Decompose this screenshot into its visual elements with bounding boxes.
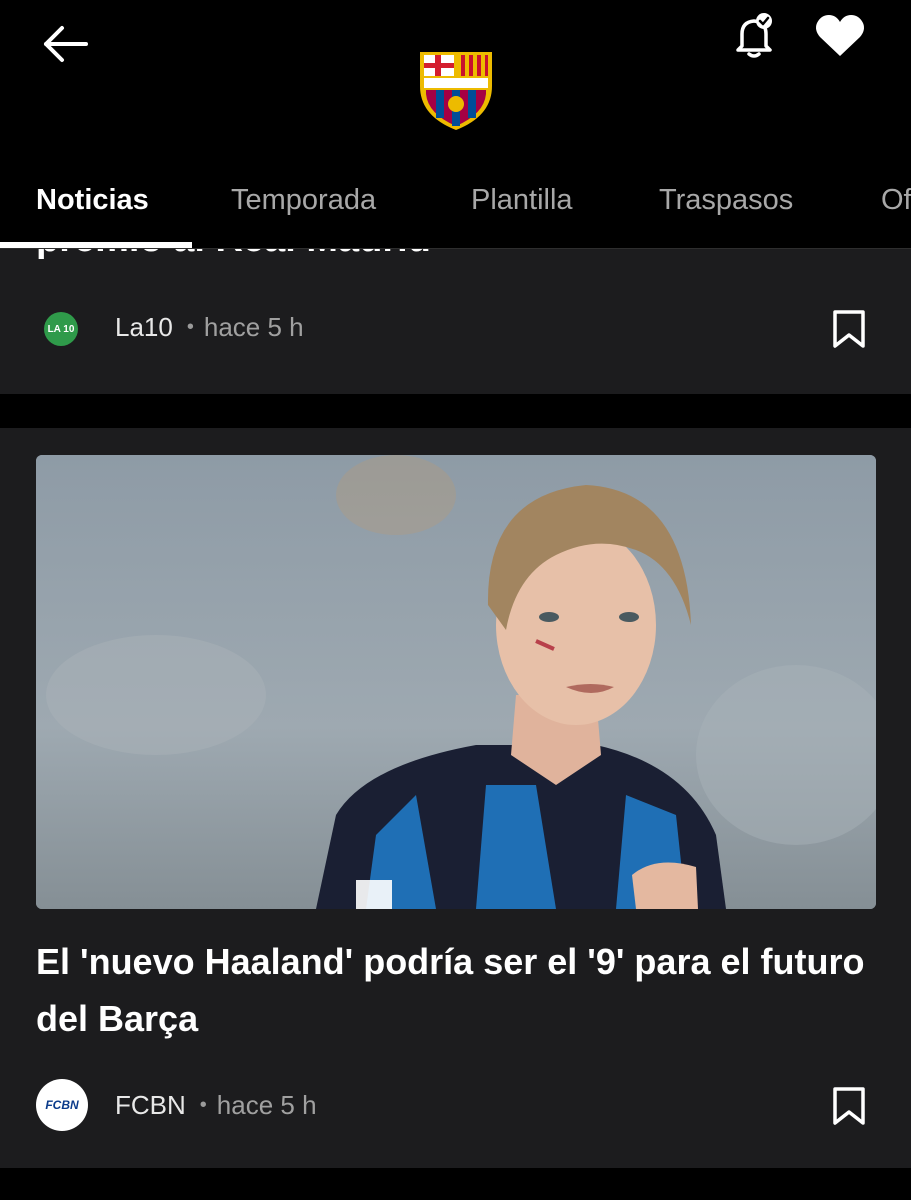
source-name[interactable]: FCBN xyxy=(115,1090,186,1121)
news-card[interactable]: El 'nuevo Haaland' podría ser el '9' par… xyxy=(0,428,911,1168)
source-name[interactable]: La10 xyxy=(115,312,173,343)
active-tab-indicator xyxy=(0,242,192,248)
article-time: hace 5 h xyxy=(203,312,304,342)
top-bar xyxy=(0,0,911,170)
news-feed[interactable]: premio al Real Madrid LA 10 La10 • hace … xyxy=(0,248,911,1200)
meta-separator: • xyxy=(186,316,194,338)
source-avatar: FCBN xyxy=(36,1079,88,1131)
favorite-button[interactable] xyxy=(812,12,868,60)
article-title[interactable]: premio al Real Madrid xyxy=(36,248,431,261)
article-meta: FCBN • hace 5 h xyxy=(115,1090,317,1121)
la10-logo-text: LA 10 xyxy=(47,323,75,335)
bookmark-button[interactable] xyxy=(831,309,867,349)
tab-plantilla[interactable]: Plantilla xyxy=(471,184,573,217)
article-title[interactable]: El 'nuevo Haaland' podría ser el '9' par… xyxy=(36,933,886,1047)
back-button[interactable] xyxy=(40,22,92,66)
tab-traspasos[interactable]: Traspasos xyxy=(659,184,793,217)
news-card[interactable]: premio al Real Madrid LA 10 La10 • hace … xyxy=(0,248,911,394)
section-tabs: Noticias Temporada Plantilla Traspasos O… xyxy=(0,170,911,249)
article-meta: La10 • hace 5 h xyxy=(115,312,304,343)
bookmark-icon xyxy=(833,310,865,348)
fcbn-logo-text: FCBN xyxy=(45,1098,79,1112)
article-time: hace 5 h xyxy=(216,1090,317,1120)
meta-separator: • xyxy=(199,1094,207,1116)
tab-noticias[interactable]: Noticias xyxy=(36,184,149,217)
player-photo xyxy=(36,455,876,909)
article-image[interactable] xyxy=(36,455,876,909)
heart-icon xyxy=(816,15,864,56)
notifications-button[interactable] xyxy=(728,10,780,60)
bookmark-icon xyxy=(833,1087,865,1125)
tab-temporada[interactable]: Temporada xyxy=(231,184,376,217)
tab-of[interactable]: Of xyxy=(881,184,911,217)
club-logo xyxy=(414,46,498,132)
fcb-crest-icon xyxy=(420,52,492,130)
arrow-left-icon xyxy=(44,26,88,62)
bookmark-button[interactable] xyxy=(831,1086,867,1126)
source-avatar: LA 10 xyxy=(44,312,78,346)
bell-check-icon xyxy=(736,13,772,58)
